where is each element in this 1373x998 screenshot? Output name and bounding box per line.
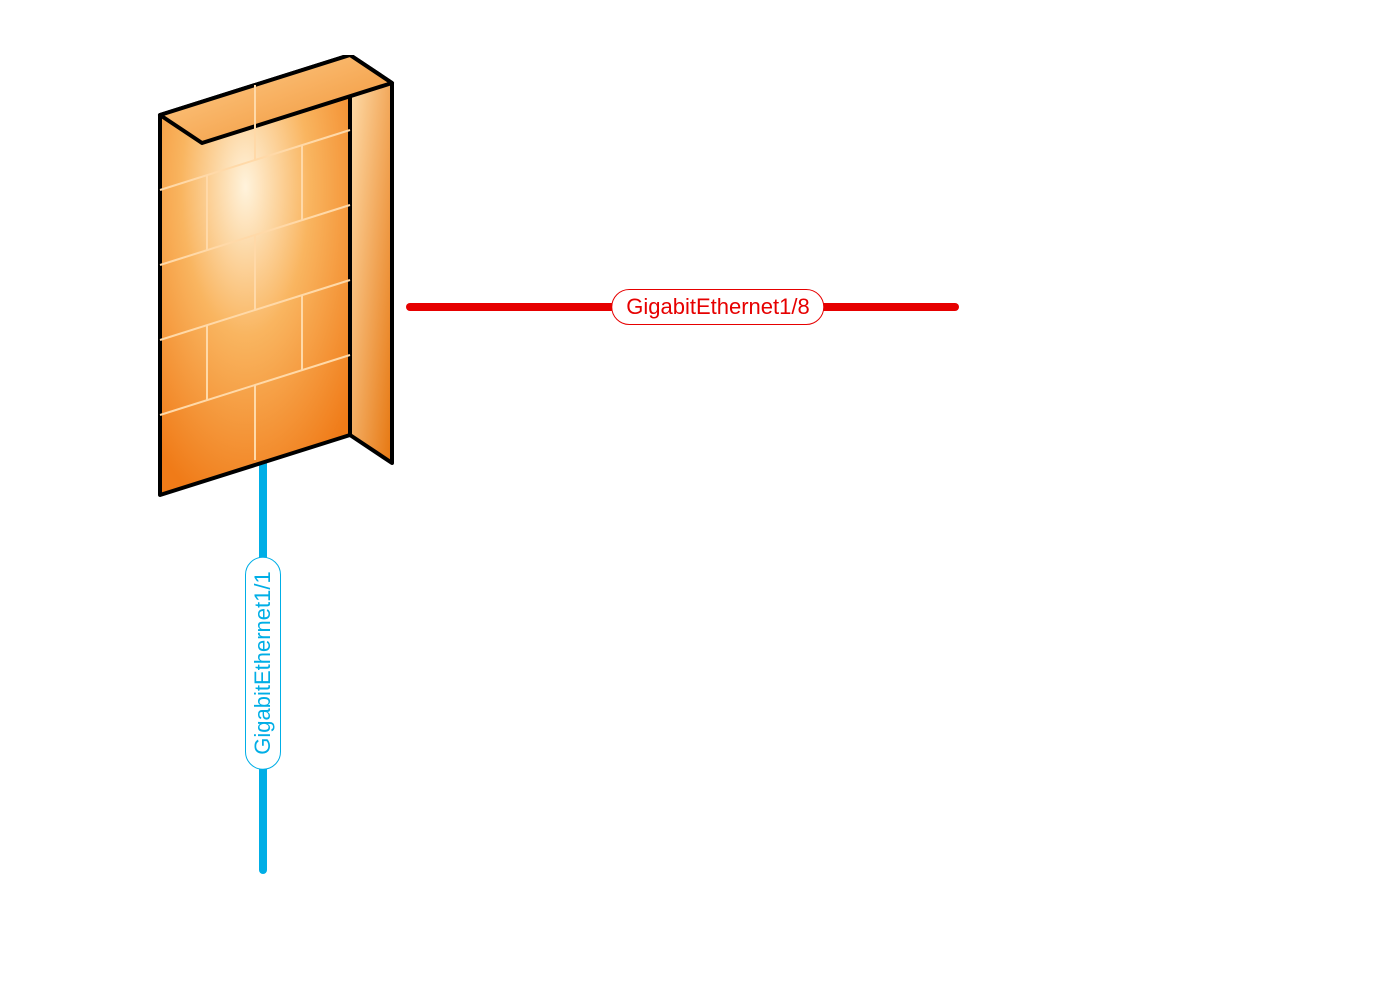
interface-label-right: GigabitEthernet1/8 — [611, 289, 824, 325]
firewall-icon — [130, 55, 440, 515]
interface-label-down: GigabitEthernet1/1 — [245, 556, 281, 769]
diagram-canvas: GigabitEthernet1/8 GigabitEthernet1/1 — [0, 0, 1373, 998]
